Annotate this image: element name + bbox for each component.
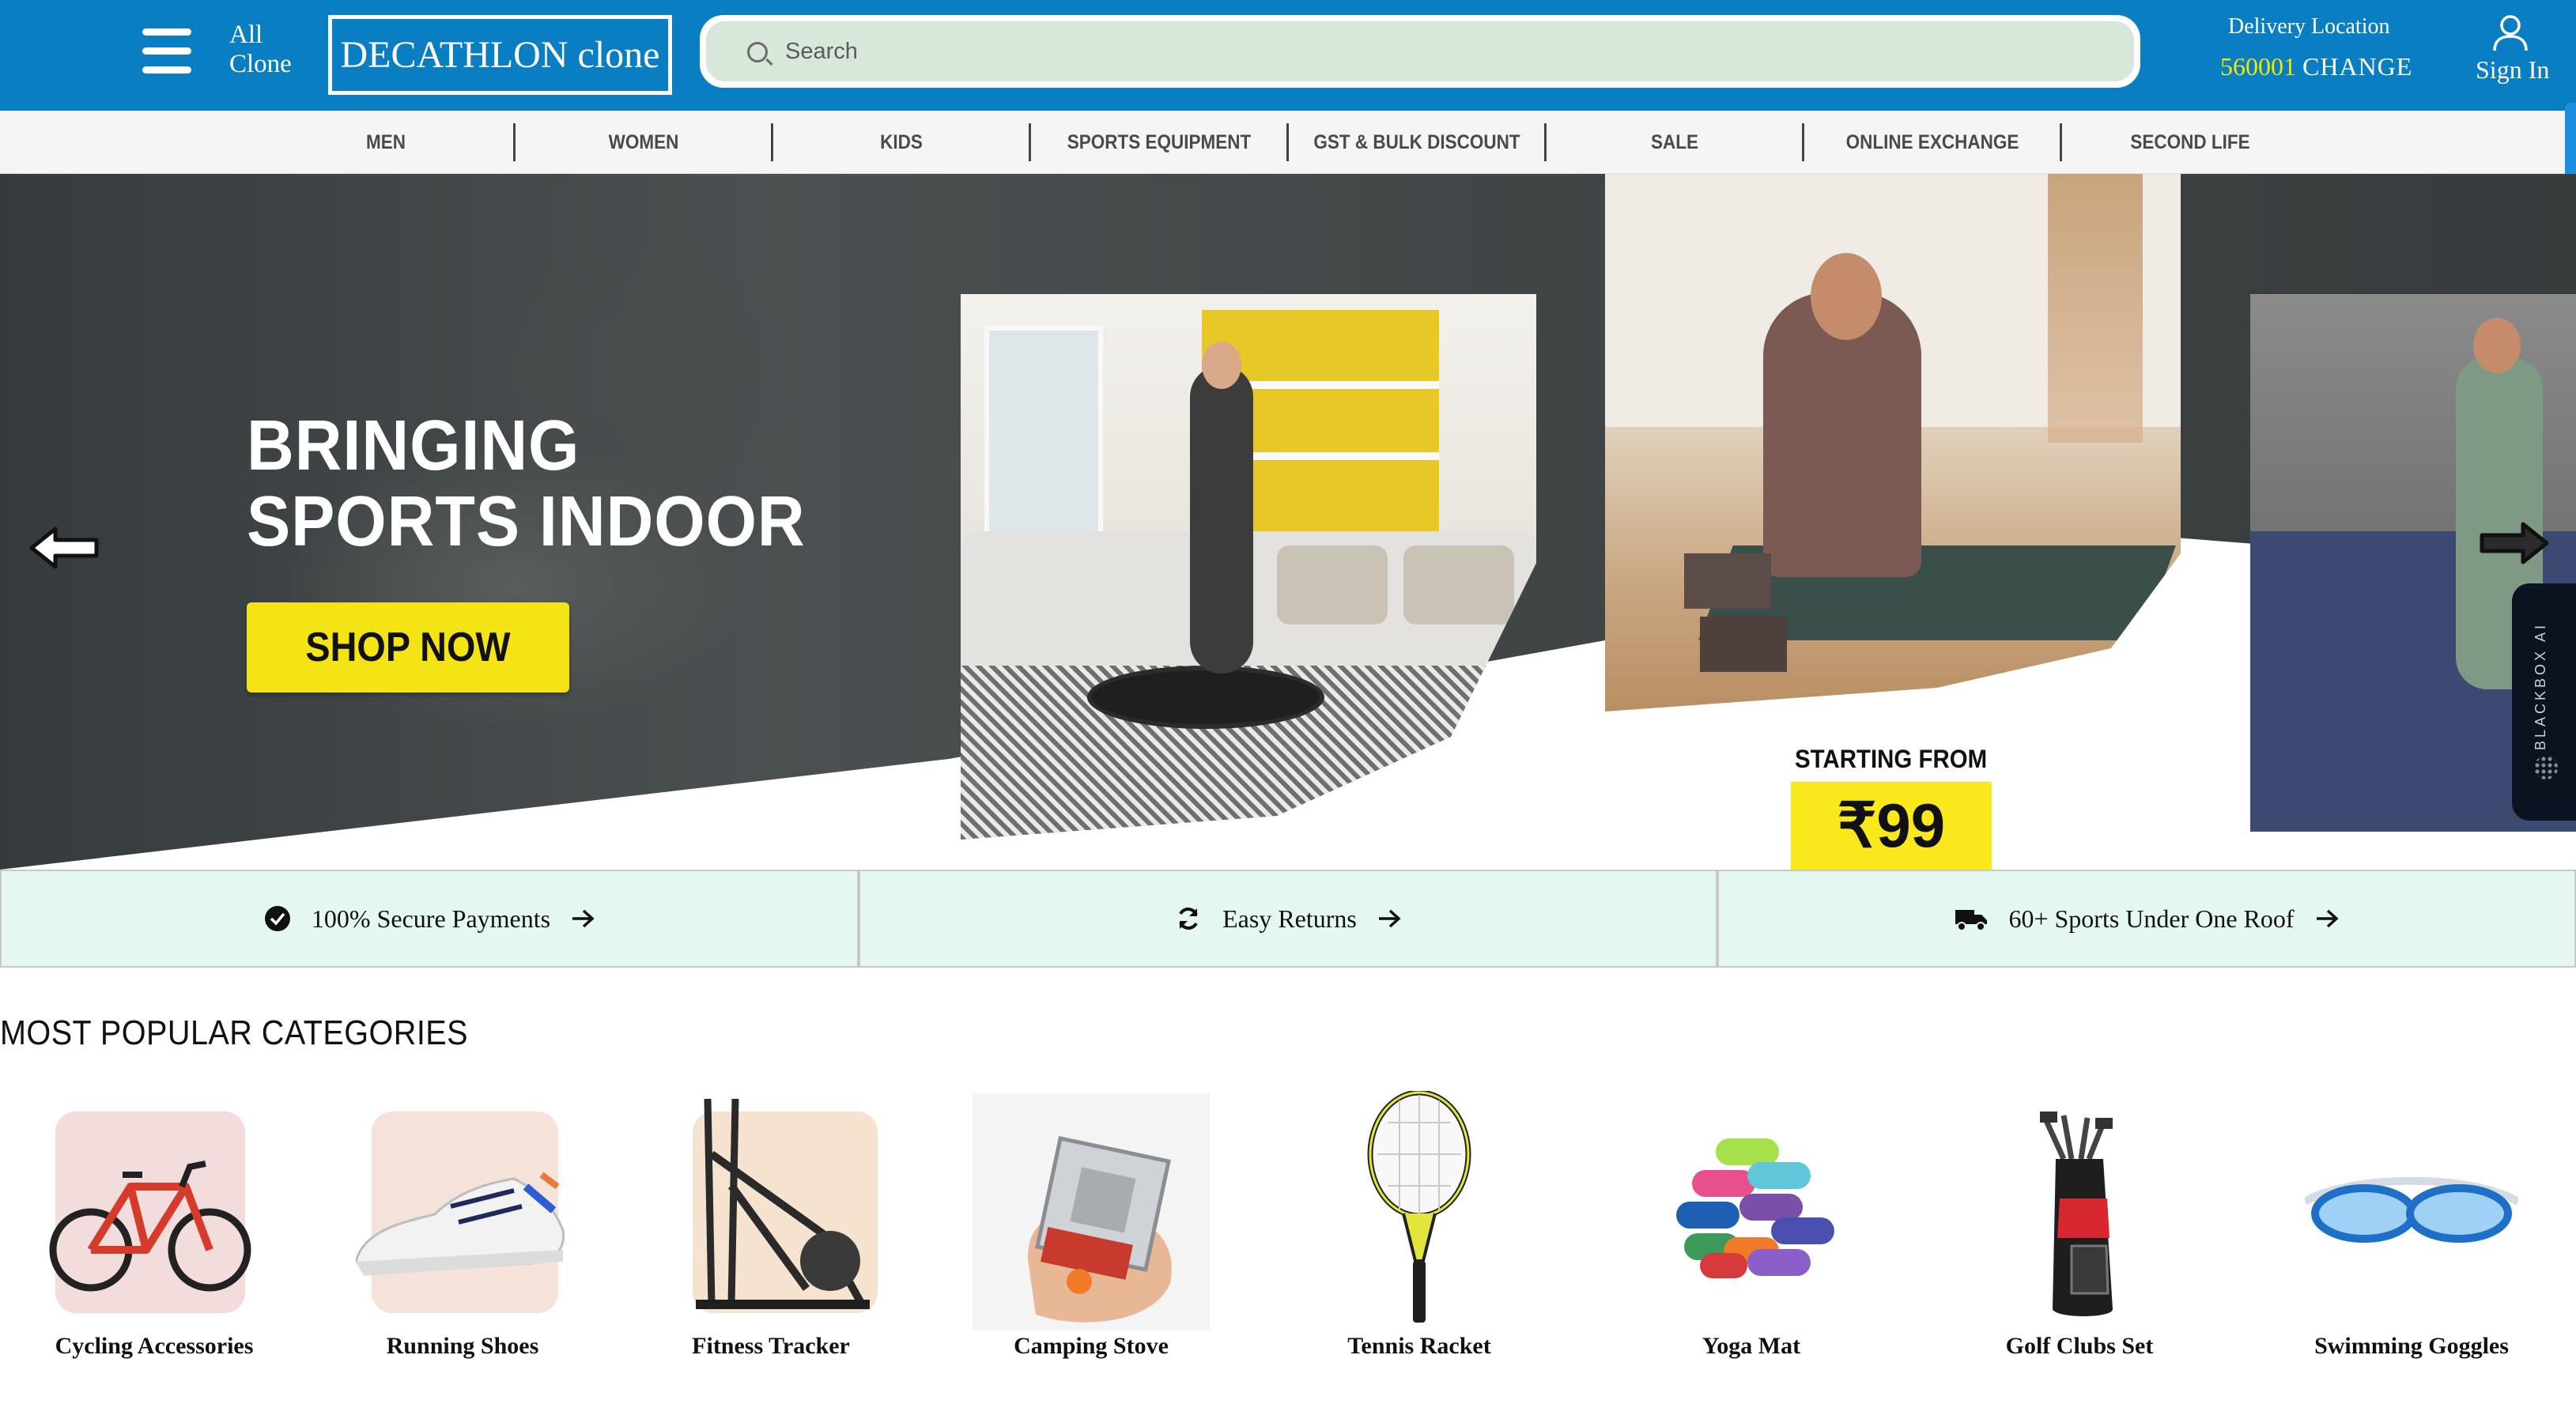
starting-from-label: STARTING FROM (1795, 745, 1988, 773)
search-bar[interactable] (700, 15, 2140, 88)
category-card-fitness-tracker[interactable]: Fitness Tracker (617, 1091, 925, 1368)
nav-item-gst-bulk-discount[interactable]: GST & BULK DISCOUNT (1301, 111, 1532, 174)
category-label[interactable]: Swimming Goggles (2257, 1333, 2566, 1360)
change-location-button[interactable]: CHANGE (2302, 52, 2412, 81)
feature-secure-payments[interactable]: 100% Secure Payments (0, 870, 859, 968)
category-label[interactable]: Camping Stove (937, 1333, 1245, 1360)
category-card-camping-stove[interactable]: Camping Stove (937, 1091, 1245, 1368)
yoga-photo (1605, 174, 2181, 711)
nav-item-second-life[interactable]: SECOND LIFE (2074, 111, 2306, 174)
sign-in-button[interactable]: Sign In (2476, 55, 2549, 85)
delivery-location-label: Delivery Location (2228, 14, 2390, 39)
scroll-tab-indicator[interactable] (2565, 103, 2576, 179)
elliptical-trainer-image (693, 1098, 878, 1313)
features-strip: 100% Secure Payments Easy Returns 60+ Sp… (0, 870, 2576, 968)
golf-bag-image (2040, 1112, 2113, 1316)
category-card-yoga-mat[interactable]: Yoga Mat (1597, 1091, 1906, 1368)
blackbox-dots-icon (2534, 756, 2558, 779)
category-card-cycling-accessories[interactable]: Cycling Accessories (0, 1091, 308, 1368)
nav-divider (771, 123, 773, 161)
nav-item-kids[interactable]: KIDS (785, 111, 1017, 174)
feature-label: 100% Secure Payments (311, 904, 551, 933)
category-label[interactable]: Running Shoes (308, 1333, 617, 1360)
feature-label: Easy Returns (1222, 904, 1357, 933)
feature-sports-under-one-roof[interactable]: 60+ Sports Under One Roof (1717, 870, 2576, 968)
nav-divider (1544, 123, 1547, 161)
category-label[interactable]: Yoga Mat (1597, 1333, 1906, 1360)
all-label-line2[interactable]: Clone (229, 50, 292, 79)
hero-title-line2: SPORTS INDOOR (247, 482, 806, 561)
category-card-running-shoes[interactable]: Running Shoes (308, 1091, 617, 1368)
refresh-icon (1179, 908, 1198, 930)
arrow-right-icon (572, 909, 595, 928)
arrow-left-icon[interactable] (28, 524, 100, 572)
nav-item-sports-equipment[interactable]: SPORTS EQUIPMENT (1043, 111, 1275, 174)
arrow-right-icon[interactable] (2479, 519, 2550, 567)
all-label-line1[interactable]: All (229, 21, 292, 50)
search-icon (747, 42, 768, 62)
category-label[interactable]: Cycling Accessories (0, 1333, 308, 1360)
category-card-swimming-goggles[interactable]: Swimming Goggles (2257, 1091, 2566, 1368)
goggles-image (2305, 1176, 2518, 1243)
category-card-golf-clubs-set[interactable]: Golf Clubs Set (1925, 1091, 2234, 1368)
shop-now-button[interactable]: SHOP NOW (247, 602, 569, 693)
delivery-pincode: 560001 (2220, 52, 2296, 81)
nav-divider (1286, 123, 1289, 161)
arrow-right-icon (2316, 909, 2339, 928)
nav-divider (1802, 123, 1804, 161)
blackbox-ai-label[interactable]: BLACKBOX AI (2533, 615, 2556, 757)
yoga-mats-image (1676, 1138, 1834, 1278)
hamburger-menu-icon[interactable] (142, 28, 191, 74)
check-circle-icon (264, 906, 290, 931)
nav-divider (1029, 123, 1031, 161)
category-label[interactable]: Fitness Tracker (617, 1333, 925, 1360)
feature-easy-returns[interactable]: Easy Returns (859, 870, 1717, 968)
tennis-racket-image (1367, 1091, 1471, 1323)
top-header: All Clone DECATHLON clone Delivery Locat… (0, 0, 2576, 111)
blackbox-ai-widget[interactable]: BLACKBOX AI (2512, 583, 2576, 821)
hero-carousel[interactable]: BRINGING SPORTS INDOOR SHOP NOW STARTING… (0, 174, 2576, 870)
shoe-image (356, 1112, 565, 1313)
shop-now-label[interactable]: SHOP NOW (305, 624, 510, 671)
search-input[interactable] (785, 21, 2090, 81)
category-label[interactable]: Tennis Racket (1265, 1333, 1573, 1360)
nav-divider (2060, 123, 2062, 161)
user-icon[interactable] (2492, 14, 2529, 52)
nav-divider (513, 123, 516, 161)
category-nav: MEN WOMEN KIDS SPORTS EQUIPMENT GST & BU… (0, 111, 2576, 174)
bicycle-image (49, 1112, 251, 1313)
starting-price: ₹99 (1791, 782, 1992, 870)
arrow-right-icon (1378, 909, 1401, 928)
category-label[interactable]: Golf Clubs Set (1925, 1333, 2234, 1360)
nav-item-online-exchange[interactable]: ONLINE EXCHANGE (1816, 111, 2048, 174)
feature-label: 60+ Sports Under One Roof (2008, 904, 2295, 933)
truck-icon (1955, 910, 1988, 931)
camping-stove-image (973, 1093, 1210, 1330)
nav-item-women[interactable]: WOMEN (527, 111, 759, 174)
hero-title-line1: BRINGING (247, 406, 580, 485)
category-card-tennis-racket[interactable]: Tennis Racket (1265, 1091, 1573, 1368)
nav-item-men[interactable]: MEN (270, 111, 501, 174)
site-logo[interactable]: DECATHLON clone (328, 15, 672, 95)
popular-categories-title: MOST POPULAR CATEGORIES (0, 1013, 469, 1052)
nav-item-sale[interactable]: SALE (1558, 111, 1790, 174)
all-menu-label[interactable]: All Clone (229, 21, 292, 79)
hero-title: BRINGING SPORTS INDOOR (247, 408, 806, 560)
